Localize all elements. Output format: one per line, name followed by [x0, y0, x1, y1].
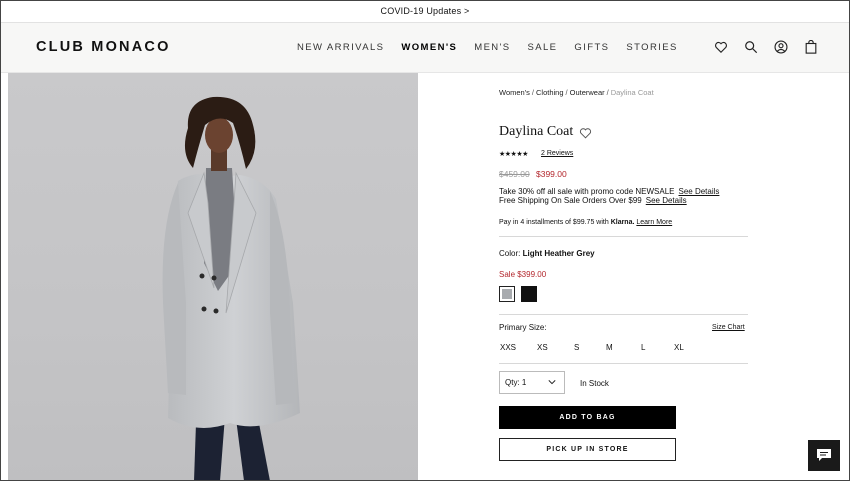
nav-sale[interactable]: SALE — [528, 42, 558, 53]
nav-gifts[interactable]: GIFTS — [574, 42, 609, 53]
klarna-logo: Klarna. — [610, 219, 635, 226]
nav-mens[interactable]: MEN'S — [474, 42, 510, 53]
header-icons — [714, 40, 818, 54]
original-price: $459.00 — [499, 169, 530, 179]
divider — [499, 363, 748, 364]
chat-bubble-icon — [817, 449, 831, 461]
wishlist-heart-icon[interactable] — [579, 127, 592, 139]
breadcrumb-separator: / — [606, 88, 609, 97]
breadcrumb-current: Daylina Coat — [610, 88, 654, 97]
klarna-installments: Pay in 4 installments of $99.75 with Kla… — [499, 219, 672, 226]
pick-up-in-store-button[interactable]: PICK UP IN STORE — [499, 438, 676, 461]
shipping-see-details-link[interactable]: See Details — [646, 196, 687, 205]
product-image[interactable] — [8, 73, 418, 481]
free-shipping-text: Free Shipping On Sale Orders Over $99 See… — [499, 196, 687, 205]
swatch-light-heather-grey[interactable] — [499, 286, 515, 302]
klarna-text: Pay in 4 installments of $99.75 with — [499, 219, 609, 226]
site-header: CLUB MONACO NEW ARRIVALS WOMEN'S MEN'S S… — [0, 23, 850, 73]
promo-text: Take 30% off all sale with promo code NE… — [499, 187, 675, 196]
size-option-s[interactable]: S — [574, 343, 579, 352]
product-title: Daylina Coat — [499, 124, 574, 139]
nav-new-arrivals[interactable]: NEW ARRIVALS — [297, 42, 384, 53]
model-coat-illustration — [162, 96, 300, 481]
add-to-bag-button[interactable]: ADD TO BAG — [499, 406, 676, 429]
nav-womens[interactable]: WOMEN'S — [401, 42, 457, 53]
divider — [499, 314, 748, 315]
main-nav: NEW ARRIVALS WOMEN'S MEN'S SALE GIFTS ST… — [297, 42, 678, 53]
reviews-link[interactable]: 2 Reviews — [541, 150, 573, 157]
color-label-text: Color: — [499, 249, 521, 258]
size-chart-link[interactable]: Size Chart — [712, 324, 745, 331]
promo-see-details-link[interactable]: See Details — [679, 187, 720, 196]
shopping-bag-icon[interactable] — [804, 40, 818, 54]
primary-size-label: Primary Size: — [499, 323, 547, 332]
klarna-learn-more-link[interactable]: Learn More — [636, 219, 672, 226]
covid-updates-link[interactable]: COVID-19 Updates > — [0, 0, 850, 23]
nav-stories[interactable]: STORIES — [626, 42, 677, 53]
divider — [499, 236, 748, 237]
club-monaco-logo[interactable]: CLUB MONACO — [36, 39, 171, 55]
breadcrumb: Women's / Clothing / Outerwear / Daylina Coat — [499, 88, 654, 97]
quantity-value: Qty: 1 — [505, 378, 527, 387]
swatch-fill — [502, 289, 512, 299]
breadcrumb-separator: / — [565, 88, 568, 97]
shipping-text: Free Shipping On Sale Orders Over $99 — [499, 196, 642, 205]
size-option-l[interactable]: L — [641, 343, 645, 352]
size-option-xs[interactable]: XS — [537, 343, 548, 352]
size-option-xl[interactable]: XL — [674, 343, 684, 352]
promo-code-text: Take 30% off all sale with promo code NE… — [499, 187, 719, 196]
user-icon[interactable] — [774, 40, 788, 54]
heart-icon[interactable] — [714, 40, 728, 54]
sale-price: $399.00 — [536, 169, 567, 179]
size-option-m[interactable]: M — [606, 343, 613, 352]
sale-price-label: Sale $399.00 — [499, 270, 547, 279]
swatch-black[interactable] — [521, 286, 537, 302]
breadcrumb-outerwear[interactable]: Outerwear — [570, 88, 605, 97]
color-label: Color: Light Heather Grey — [499, 249, 595, 258]
breadcrumb-separator: / — [531, 88, 534, 97]
rating-stars: ★★★★★ — [499, 151, 528, 158]
size-option-xxs[interactable]: XXS — [500, 343, 516, 352]
chat-button[interactable] — [808, 440, 840, 471]
stock-status: In Stock — [580, 379, 609, 388]
search-icon[interactable] — [744, 40, 758, 54]
chevron-down-icon — [548, 380, 556, 385]
breadcrumb-womens[interactable]: Women's — [499, 88, 530, 97]
breadcrumb-clothing[interactable]: Clothing — [536, 88, 564, 97]
quantity-select[interactable]: Qty: 1 — [499, 371, 565, 394]
color-value: Light Heather Grey — [522, 249, 595, 258]
